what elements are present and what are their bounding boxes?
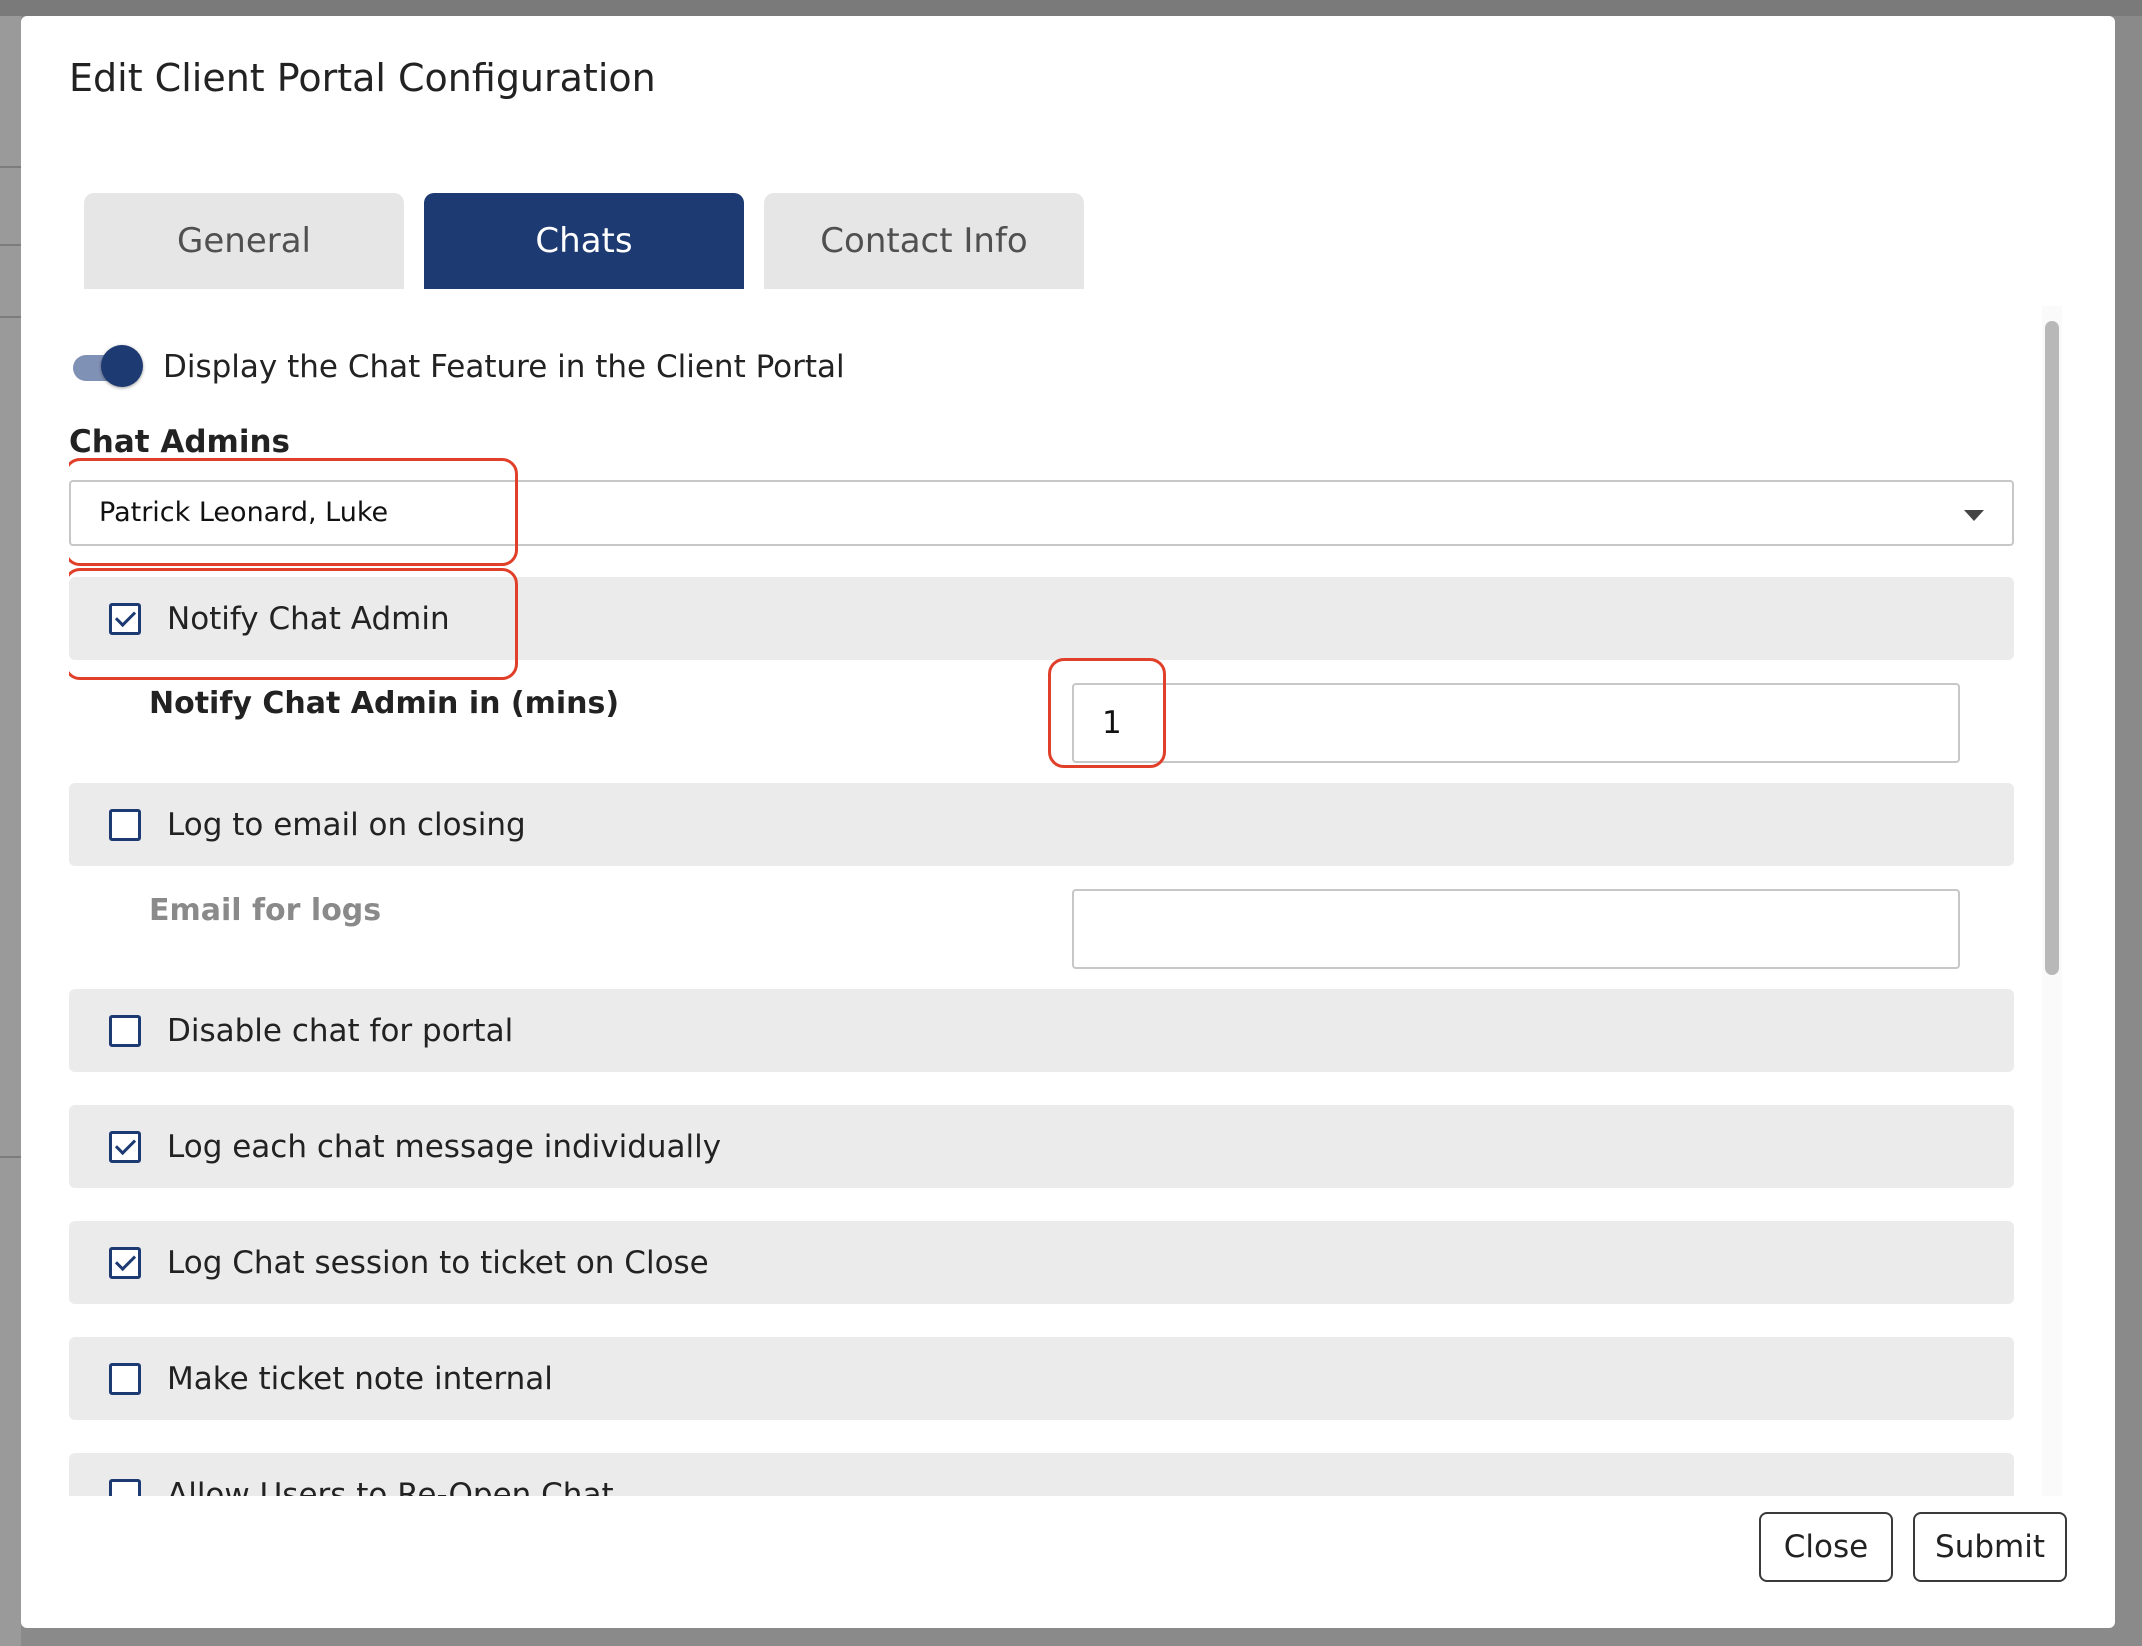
toggle-knob xyxy=(101,345,143,387)
allow-reopen-checkbox[interactable] xyxy=(109,1478,141,1496)
display-chat-toggle-row: Display the Chat Feature in the Client P… xyxy=(69,342,845,392)
background-divider xyxy=(0,1156,21,1158)
background-divider xyxy=(0,166,21,168)
log-to-email-row[interactable]: Log to email on closing xyxy=(69,783,2014,866)
edit-client-portal-dialog: Edit Client Portal Configuration General… xyxy=(21,16,2115,1628)
background-page xyxy=(0,16,21,1646)
ticket-note-internal-checkbox[interactable] xyxy=(109,1362,141,1395)
notify-mins-label: Notify Chat Admin in (mins) xyxy=(149,686,620,721)
chevron-down-icon[interactable] xyxy=(1964,510,1984,521)
chats-panel: Display the Chat Feature in the Client P… xyxy=(69,306,2034,1496)
log-session-ticket-label: Log Chat session to ticket on Close xyxy=(167,1244,709,1281)
disable-chat-checkbox[interactable] xyxy=(109,1014,141,1047)
close-button[interactable]: Close xyxy=(1759,1512,1893,1582)
chat-admins-value: Patrick Leonard, Luke xyxy=(99,497,389,528)
log-each-message-checkbox[interactable] xyxy=(109,1130,141,1163)
background-divider xyxy=(0,316,21,318)
log-to-email-checkbox[interactable] xyxy=(109,808,141,841)
log-session-ticket-row[interactable]: Log Chat session to ticket on Close xyxy=(69,1221,2014,1304)
chat-admins-label: Chat Admins xyxy=(69,424,290,460)
disable-chat-row[interactable]: Disable chat for portal xyxy=(69,989,2014,1072)
tab-chats[interactable]: Chats xyxy=(424,193,744,289)
log-session-ticket-checkbox[interactable] xyxy=(109,1246,141,1279)
background-divider xyxy=(0,244,21,246)
chat-admins-select[interactable]: Patrick Leonard, Luke xyxy=(69,480,2014,546)
display-chat-toggle[interactable] xyxy=(69,345,143,389)
tab-general[interactable]: General xyxy=(84,193,404,289)
allow-reopen-row[interactable]: Allow Users to Re-Open Chat xyxy=(69,1453,2014,1496)
background-topbar xyxy=(0,0,2142,16)
display-chat-toggle-label: Display the Chat Feature in the Client P… xyxy=(163,349,845,385)
log-to-email-label: Log to email on closing xyxy=(167,806,526,843)
notify-mins-input[interactable] xyxy=(1072,683,1960,763)
dialog-title: Edit Client Portal Configuration xyxy=(69,56,656,100)
notify-chat-admin-row[interactable]: Notify Chat Admin xyxy=(69,577,2014,660)
scrollbar-thumb[interactable] xyxy=(2045,321,2059,975)
disable-chat-label: Disable chat for portal xyxy=(167,1012,514,1049)
notify-chat-admin-label: Notify Chat Admin xyxy=(167,600,450,637)
email-for-logs-input[interactable] xyxy=(1072,889,1960,969)
submit-button[interactable]: Submit xyxy=(1913,1512,2067,1582)
notify-chat-admin-checkbox[interactable] xyxy=(109,602,141,635)
tab-contact-info[interactable]: Contact Info xyxy=(764,193,1084,289)
ticket-note-internal-label: Make ticket note internal xyxy=(167,1360,553,1397)
log-each-message-row[interactable]: Log each chat message individually xyxy=(69,1105,2014,1188)
email-for-logs-label: Email for logs xyxy=(149,893,382,928)
log-each-message-label: Log each chat message individually xyxy=(167,1128,722,1165)
allow-reopen-label: Allow Users to Re-Open Chat xyxy=(167,1476,614,1497)
ticket-note-internal-row[interactable]: Make ticket note internal xyxy=(69,1337,2014,1420)
